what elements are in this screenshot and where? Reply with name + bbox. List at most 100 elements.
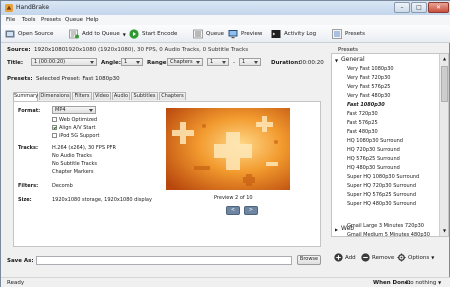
options-dropdown-icon: ▼ [431,255,435,260]
preset-item[interactable]: Gmail Large 3 Minutes 720p30 [347,223,424,229]
activity-log-label: Activity Log [284,31,317,37]
range-select[interactable]: Chapters [167,58,203,66]
save-as-label: Save As: [7,258,34,264]
close-button[interactable]: ✕ [428,2,449,13]
tab-audio[interactable]: Audio [112,92,130,100]
preset-item[interactable]: HQ 480p30 Surround [347,165,400,171]
menu-tools[interactable]: Tools [22,17,36,23]
summary-panel: Format: MP4 Web Optimized Align A/V Star… [13,101,321,247]
duration-value: 00:00:20 [299,60,324,66]
format-label: Format: [18,108,41,114]
prev-preview-button[interactable]: < [226,206,240,215]
remove-preset-label: Remove [372,254,395,261]
preset-item[interactable]: Super HQ 720p30 Surround [347,183,416,189]
start-encode-label: Start Encode [142,31,178,37]
handbrake-app-icon [5,4,13,12]
align-av-checkbox[interactable]: Align A/V Start [52,125,95,131]
size-value: 1920x1080 storage, 1920x1080 display [52,197,152,203]
format-select-value: MP4 [55,107,66,113]
presets-toggle-button[interactable]: Presets [332,27,365,41]
activity-log-button[interactable]: Activity Log [271,27,316,41]
range-dash: - [233,60,235,66]
preset-item[interactable]: Fast 480p30 [347,129,378,135]
start-encode-button[interactable]: Start Encode [129,27,177,41]
preset-item-selected[interactable]: Fast 1080p30 [347,102,385,108]
source-label: Source: [7,47,31,53]
preset-item[interactable]: Very Fast 480p30 [347,93,390,99]
queue-button[interactable]: Queue [193,27,224,41]
next-preview-button[interactable]: > [244,206,258,215]
open-source-label: Open Source [18,31,54,37]
open-source-button[interactable]: Open Source [5,27,53,41]
preset-item[interactable]: Fast 720p30 [347,111,378,117]
angle-select[interactable]: 1 [121,58,143,66]
preset-item[interactable]: Fast 576p25 [347,120,378,126]
toolbar: Open Source Add to Queue ▼ Start Encode … [1,25,450,43]
preset-item[interactable]: Gmail Medium 5 Minutes 480p30 [347,232,430,238]
tab-summary[interactable]: Summary [13,92,38,101]
preset-item[interactable]: Very Fast 576p25 [347,84,390,90]
menu-bar: File Tools Presets Queue Help [1,15,450,25]
preset-item[interactable]: Very Fast 720p30 [347,75,390,81]
tab-subtitles[interactable]: Subtitles [131,92,158,100]
preset-options-button[interactable]: Options ▼ [397,253,434,262]
scrollbar-thumb[interactable] [441,66,448,102]
preset-item[interactable]: Super HQ 480p30 Surround [347,201,416,207]
menu-file[interactable]: File [6,17,15,23]
preset-item[interactable]: Very Fast 1080p30 [347,66,394,72]
gear-icon [397,253,406,262]
plus-icon [334,253,343,262]
menu-presets[interactable]: Presets [41,17,61,23]
menu-queue[interactable]: Queue [65,17,83,23]
preview-label: Preview [241,31,263,37]
add-preset-label: Add [345,254,356,261]
when-done-select[interactable]: Do nothing ▼ [406,280,441,286]
presets-scrollbar[interactable]: ▲ ▼ [439,54,448,236]
format-select[interactable]: MP4 [52,106,96,114]
minimize-button[interactable]: – [394,2,410,13]
range-from-value: 1 [210,59,214,65]
range-from-select[interactable]: 1 [207,58,229,66]
preset-item[interactable]: Super HQ 576p25 Surround [347,192,416,198]
range-to-select[interactable]: 1 [239,58,261,66]
title-label: Title: [7,60,24,66]
preset-item[interactable]: HQ 576p25 Surround [347,156,400,162]
title-select[interactable]: 1 (00:00:20) [31,58,97,66]
preview-button[interactable]: Preview [228,27,262,41]
range-select-value: Chapters [170,59,193,65]
scroll-up-icon[interactable]: ▲ [441,56,448,63]
tab-filters[interactable]: Filters [72,92,92,100]
range-label: Range: [147,60,169,66]
collapse-icon[interactable]: ▼ [335,58,338,63]
scroll-down-icon[interactable]: ▼ [441,228,448,235]
preset-options-label: Options [408,254,430,261]
title-select-value: 1 (00:00:20) [34,59,66,65]
preset-item[interactable]: Super HQ 1080p30 Surround [347,174,419,180]
web-optimized-checkbox[interactable]: Web Optimized [52,117,97,123]
minus-icon [361,253,370,262]
preset-group-general[interactable]: General [341,56,365,63]
tab-video[interactable]: Video [93,92,111,100]
tab-chapters[interactable]: Chapters [159,92,186,100]
chevron-down-icon: ▼ [438,280,442,285]
remove-preset-button[interactable]: Remove [361,253,394,262]
save-as-input[interactable] [36,256,292,265]
add-preset-button[interactable]: Add [334,253,356,262]
tab-dimensions[interactable]: Dimensions [39,92,71,100]
preset-item[interactable]: HQ 1080p30 Surround [347,138,403,144]
checkbox-checked [52,125,57,130]
browse-button[interactable]: Browse [297,255,321,265]
add-queue-dropdown-icon[interactable]: ▼ [123,32,126,37]
chevron-down-icon [222,61,226,64]
title-bar[interactable]: HandBrake – □ ✕ [1,1,450,15]
menu-help[interactable]: Help [86,17,99,23]
preview-monitor-icon [228,30,238,39]
status-bar: Ready When Done: Do nothing ▼ [1,277,450,287]
chevron-down-icon [196,61,200,64]
preset-item[interactable]: HQ 720p30 Surround [347,147,400,153]
expand-icon[interactable]: ▶ [335,227,338,232]
add-to-queue-button[interactable]: Add to Queue ▼ [69,27,126,41]
ipod-checkbox[interactable]: iPod 5G Support [52,133,99,139]
filters-label: Filters: [18,183,39,189]
maximize-button[interactable]: □ [411,2,427,13]
